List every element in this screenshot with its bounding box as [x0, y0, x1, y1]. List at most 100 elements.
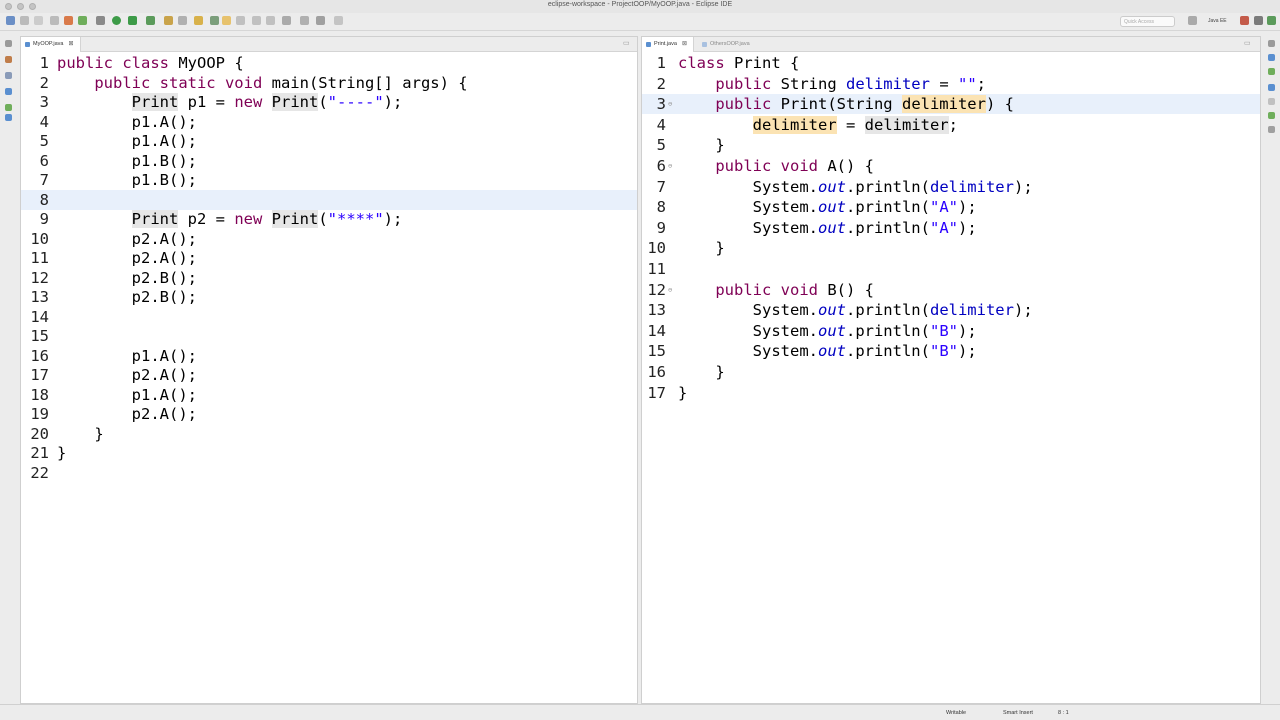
code-line[interactable]: 6 p1.B();	[21, 151, 637, 171]
code-line[interactable]: 4 p1.A();	[21, 112, 637, 132]
code-line[interactable]: 12 p2.B();	[21, 268, 637, 288]
last-edit-icon[interactable]	[300, 16, 309, 25]
code-line[interactable]: 5 }	[642, 135, 1260, 155]
tab-print-java[interactable]: Print.java ⊠	[642, 37, 694, 52]
debug-icon[interactable]	[96, 16, 105, 25]
restore-icon[interactable]	[5, 40, 12, 47]
next-annotation-icon[interactable]	[266, 16, 275, 25]
main-toolbar: Quick Access Java EE	[0, 13, 1280, 31]
search-icon[interactable]	[178, 16, 187, 25]
servers-icon[interactable]	[5, 114, 12, 121]
java-perspective-icon[interactable]	[1240, 16, 1249, 25]
code-line[interactable]: 11 p2.A();	[21, 248, 637, 268]
open-type-icon[interactable]	[164, 16, 173, 25]
open-task-icon[interactable]	[194, 16, 203, 25]
code-line[interactable]: 15	[21, 326, 637, 346]
code-line[interactable]: 12 ⊖ public void B() {	[642, 280, 1260, 300]
fold-toggle-icon[interactable]: ⊖	[668, 94, 672, 114]
code-line[interactable]: 7 p1.B();	[21, 170, 637, 190]
debug-perspective-icon[interactable]	[1254, 16, 1263, 25]
code-token: ""	[957, 74, 977, 93]
code-line[interactable]: 16 }	[642, 362, 1260, 382]
code-line[interactable]: 8 System.out.println("A");	[642, 197, 1260, 217]
fold-toggle-icon[interactable]: ⊖	[668, 156, 672, 176]
code-line[interactable]: 8	[21, 189, 637, 210]
back-icon[interactable]	[316, 16, 325, 25]
project-explorer-icon[interactable]	[5, 72, 12, 79]
problems-icon[interactable]	[1268, 84, 1275, 91]
resource-perspective-icon[interactable]	[1267, 16, 1276, 25]
code-token: }	[678, 239, 725, 258]
code-line[interactable]: 1 class Print {	[642, 53, 1260, 73]
code-line[interactable]: 17 p2.A();	[21, 365, 637, 385]
code-line[interactable]: 13 System.out.println(delimiter);	[642, 300, 1260, 320]
code-line[interactable]: 6 ⊖ public void A() {	[642, 156, 1260, 176]
code-token: "----"	[327, 93, 384, 111]
close-icon[interactable]: ⊠	[682, 41, 687, 47]
code-line[interactable]: 21}	[21, 443, 637, 463]
javadoc-icon[interactable]	[1268, 98, 1275, 105]
code-line[interactable]: 2 public String delimiter = "";	[642, 74, 1260, 94]
code-line[interactable]: 9 Print p2 = new Print("****");	[21, 209, 637, 229]
code-line[interactable]: 7 System.out.println(delimiter);	[642, 177, 1260, 197]
maximize-icon[interactable]: ▭	[623, 39, 630, 47]
code-line[interactable]: 14 System.out.println("B");	[642, 321, 1260, 341]
java-ee-perspective[interactable]: Java EE	[1200, 16, 1238, 27]
new-icon[interactable]	[6, 16, 15, 25]
code-token: B() {	[827, 280, 874, 299]
code-line[interactable]: 18 p1.A();	[21, 385, 637, 405]
code-line[interactable]: 10 p2.A();	[21, 229, 637, 249]
console-icon[interactable]	[1268, 126, 1275, 133]
code-line[interactable]: 11	[642, 259, 1260, 279]
new-java-project-icon[interactable]	[64, 16, 73, 25]
run-icon[interactable]	[112, 16, 121, 25]
code-token: Print	[131, 93, 179, 111]
open-perspective-icon[interactable]	[1188, 16, 1197, 25]
code-line[interactable]: 20 }	[21, 424, 637, 444]
task-list-icon[interactable]	[1268, 68, 1275, 75]
code-line[interactable]: 2 public static void main(String[] args)…	[21, 73, 637, 93]
maximize-icon[interactable]: ▭	[1244, 39, 1251, 47]
code-line[interactable]: 9 System.out.println("A");	[642, 218, 1260, 238]
outline-icon[interactable]	[1268, 54, 1275, 61]
print-icon[interactable]	[50, 16, 59, 25]
navigator-icon[interactable]	[5, 104, 12, 111]
previous-annotation-icon[interactable]	[282, 16, 291, 25]
pin-icon[interactable]	[210, 16, 219, 25]
restore-right-icon[interactable]	[1268, 40, 1275, 47]
type-hierarchy-icon[interactable]	[5, 88, 12, 95]
fold-toggle-icon[interactable]: ⊖	[668, 280, 672, 300]
new-package-icon[interactable]	[78, 16, 87, 25]
code-line[interactable]: 15 System.out.println("B");	[642, 341, 1260, 361]
code-token: new	[234, 210, 272, 228]
run-last-icon[interactable]	[128, 16, 137, 25]
code-line[interactable]: 14	[21, 307, 637, 327]
coverage-icon[interactable]	[146, 16, 155, 25]
tab-othersoop-java[interactable]: OthersOOP.java	[698, 37, 756, 52]
line-number: 5	[39, 132, 49, 150]
tab-myoop-java[interactable]: MyOOP.java ⊠	[21, 37, 81, 52]
package-explorer-icon[interactable]	[5, 56, 12, 63]
code-line[interactable]: 3 Print p1 = new Print("----");	[21, 92, 637, 112]
code-token: p1.B();	[57, 151, 197, 170]
code-line[interactable]: 16 p1.A();	[21, 346, 637, 366]
quick-access-input[interactable]: Quick Access	[1120, 16, 1175, 27]
code-line[interactable]: 1 public class MyOOP {	[21, 53, 637, 73]
save-all-icon[interactable]	[34, 16, 43, 25]
code-line[interactable]: 17}	[642, 383, 1260, 403]
toggle-mark-occurrences-icon[interactable]	[222, 16, 231, 25]
code-line[interactable]: 4 delimiter = delimiter;	[642, 115, 1260, 135]
close-icon[interactable]: ⊠	[68, 41, 73, 47]
code-line[interactable]: 13 p2.B();	[21, 287, 637, 307]
show-whitespace-icon[interactable]	[252, 16, 261, 25]
block-selection-icon[interactable]	[236, 16, 245, 25]
save-icon[interactable]	[20, 16, 29, 25]
code-line[interactable]: 5 p1.A();	[21, 131, 637, 151]
code-line[interactable]: 10 }	[642, 238, 1260, 258]
code-token: new	[234, 93, 272, 111]
code-line[interactable]: 22	[21, 463, 637, 483]
forward-icon[interactable]	[334, 16, 343, 25]
declaration-icon[interactable]	[1268, 112, 1275, 119]
code-line[interactable]: 3 ⊖ public Print(String delimiter) {	[642, 94, 1260, 115]
code-line[interactable]: 19 p2.A();	[21, 404, 637, 424]
